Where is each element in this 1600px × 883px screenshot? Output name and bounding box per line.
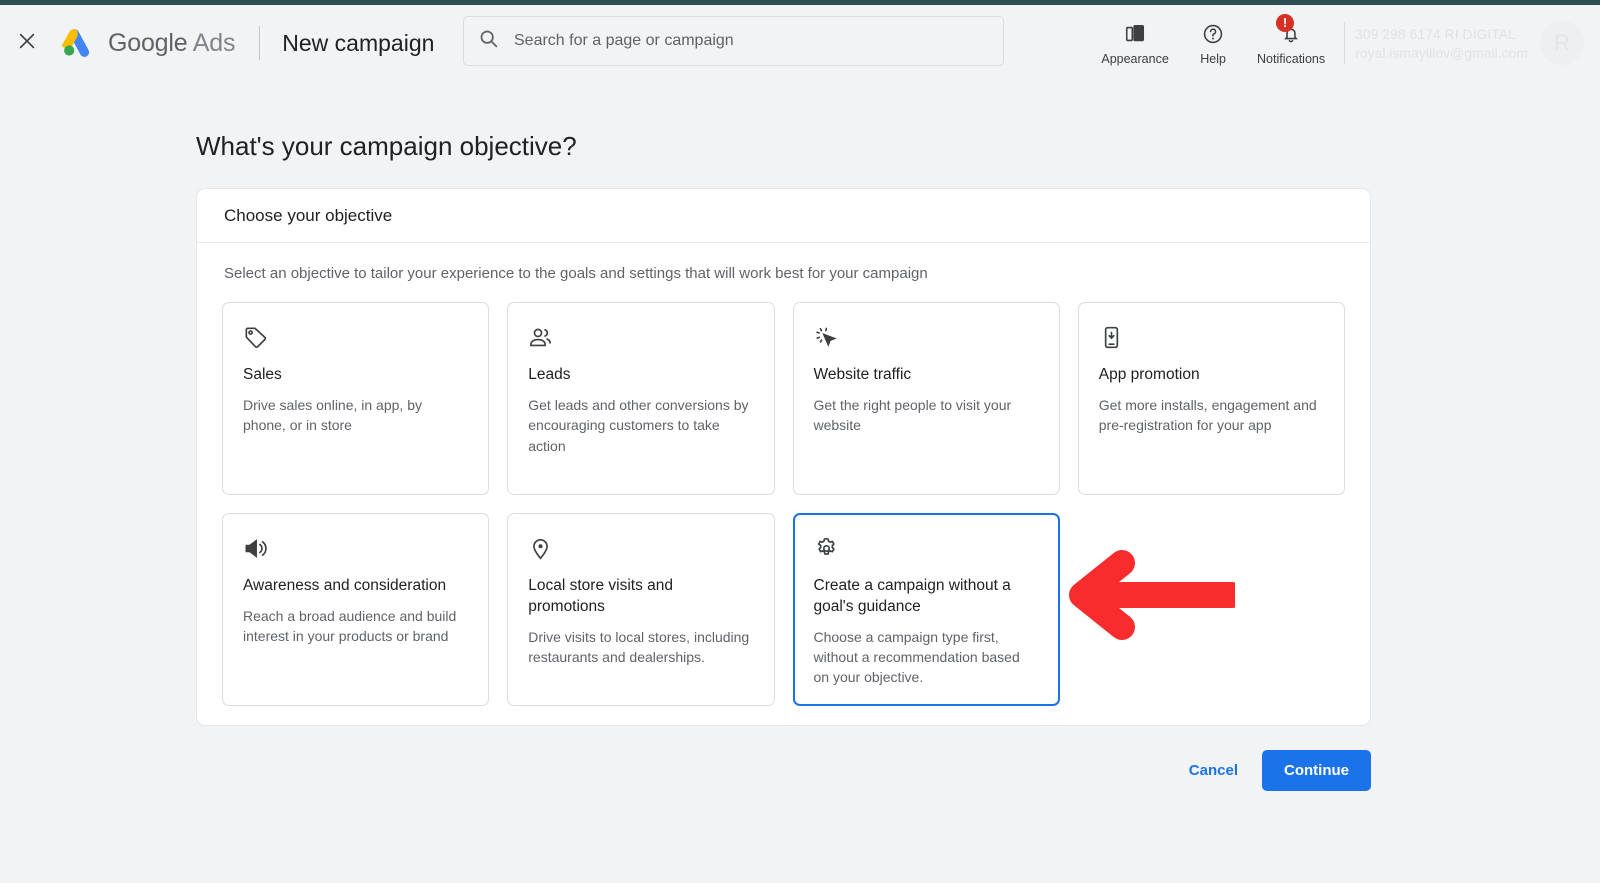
appearance-button[interactable]: Appearance [1096,12,1174,74]
objective-option-awareness-and-consideration[interactable]: Awareness and consideration Reach a broa… [222,513,490,706]
header-actions: Appearance Help ! Notifications 309 298 … [1096,5,1600,81]
objective-option-sales[interactable]: Sales Drive sales online, in app, by pho… [222,302,490,495]
notifications-label: Notifications [1257,51,1326,66]
brand-ads-label: Ads [192,28,236,57]
objective-title: Website traffic [813,366,912,383]
objective-title: Create a campaign without a goal's guida… [813,577,1011,615]
mobile-download-icon [1099,325,1324,355]
page-heading: What's your campaign objective? [196,131,577,161]
tag-icon [243,325,468,355]
objective-description: Get the right people to visit your websi… [813,396,1012,434]
notifications-badge: ! [1276,13,1295,32]
help-icon [1202,21,1224,47]
megaphone-icon [243,536,468,566]
search-input[interactable]: Search for a page or campaign [463,16,1004,66]
brand[interactable]: Google Ads [58,23,235,63]
objective-description: Choose a campaign type first, without a … [813,628,1020,686]
cursor-click-icon [814,325,1039,355]
footer-actions: Cancel Continue [196,750,1371,791]
objective-option-app-promotion[interactable]: App promotion Get more installs, engagem… [1077,302,1345,495]
card-header: Choose your objective [197,189,1370,243]
notifications-button[interactable]: ! Notifications [1252,12,1330,74]
objective-option-leads[interactable]: Leads Get leads and other conversions by… [507,302,775,495]
help-label: Help [1200,51,1226,66]
close-button[interactable] [4,20,50,66]
people-icon [528,325,753,355]
cancel-button[interactable]: Cancel [1173,751,1254,790]
objective-card: Choose your objective Select an objectiv… [196,188,1371,726]
continue-button[interactable]: Continue [1262,750,1371,791]
account-block[interactable]: 309 298 6174 RI DIGITAL royal.ismayillov… [1355,21,1600,65]
search-icon [478,28,499,54]
close-icon [16,30,38,57]
bell-icon: ! [1276,13,1302,47]
gear-icon [814,536,1039,566]
location-pin-icon [528,536,753,566]
help-button[interactable]: Help [1174,12,1252,74]
objective-option-no-goal-guidance[interactable]: Create a campaign without a goal's guida… [792,513,1060,706]
objective-description: Drive sales online, in app, by phone, or… [243,396,422,434]
objective-title: Sales [243,366,282,383]
page-title: New campaign [282,29,435,56]
objective-description: Get leads and other conversions by encou… [528,396,749,454]
header-actions-divider [1344,22,1346,64]
search-placeholder: Search for a page or campaign [514,32,734,49]
objective-option-local-store-visits[interactable]: Local store visits and promotions Drive … [507,513,775,706]
header-divider [259,26,261,60]
objective-title: Awareness and consideration [243,577,447,594]
google-ads-logo-icon [58,23,98,63]
card-subtitle: Select an objective to tailor your exper… [224,265,928,282]
objectives-grid: Sales Drive sales online, in app, by pho… [197,282,1370,706]
appearance-icon [1124,21,1146,47]
objective-title: Leads [528,366,571,383]
card-title: Choose your objective [224,205,393,225]
account-text: 309 298 6174 RI DIGITAL royal.ismayillov… [1355,26,1528,61]
account-email: royal.ismayillov@gmail.com [1355,44,1528,61]
avatar[interactable]: R [1540,21,1584,65]
objective-description: Get more installs, engagement and pre-re… [1098,396,1317,434]
objective-title: Local store visits and promotions [528,577,673,615]
brand-google-label: Google [108,28,188,57]
app-root: Google Ads New campaign Search for a pag… [0,0,1600,883]
objective-description: Drive visits to local stores, including … [528,628,750,666]
account-name: 309 298 6174 RI DIGITAL [1355,25,1516,42]
objective-option-website-traffic[interactable]: Website traffic Get the right people to … [792,302,1060,495]
objective-description: Reach a broad audience and build interes… [243,607,457,645]
objective-title: App promotion [1098,366,1200,383]
brand-text: Google Ads [108,29,235,58]
appearance-label: Appearance [1101,51,1169,66]
